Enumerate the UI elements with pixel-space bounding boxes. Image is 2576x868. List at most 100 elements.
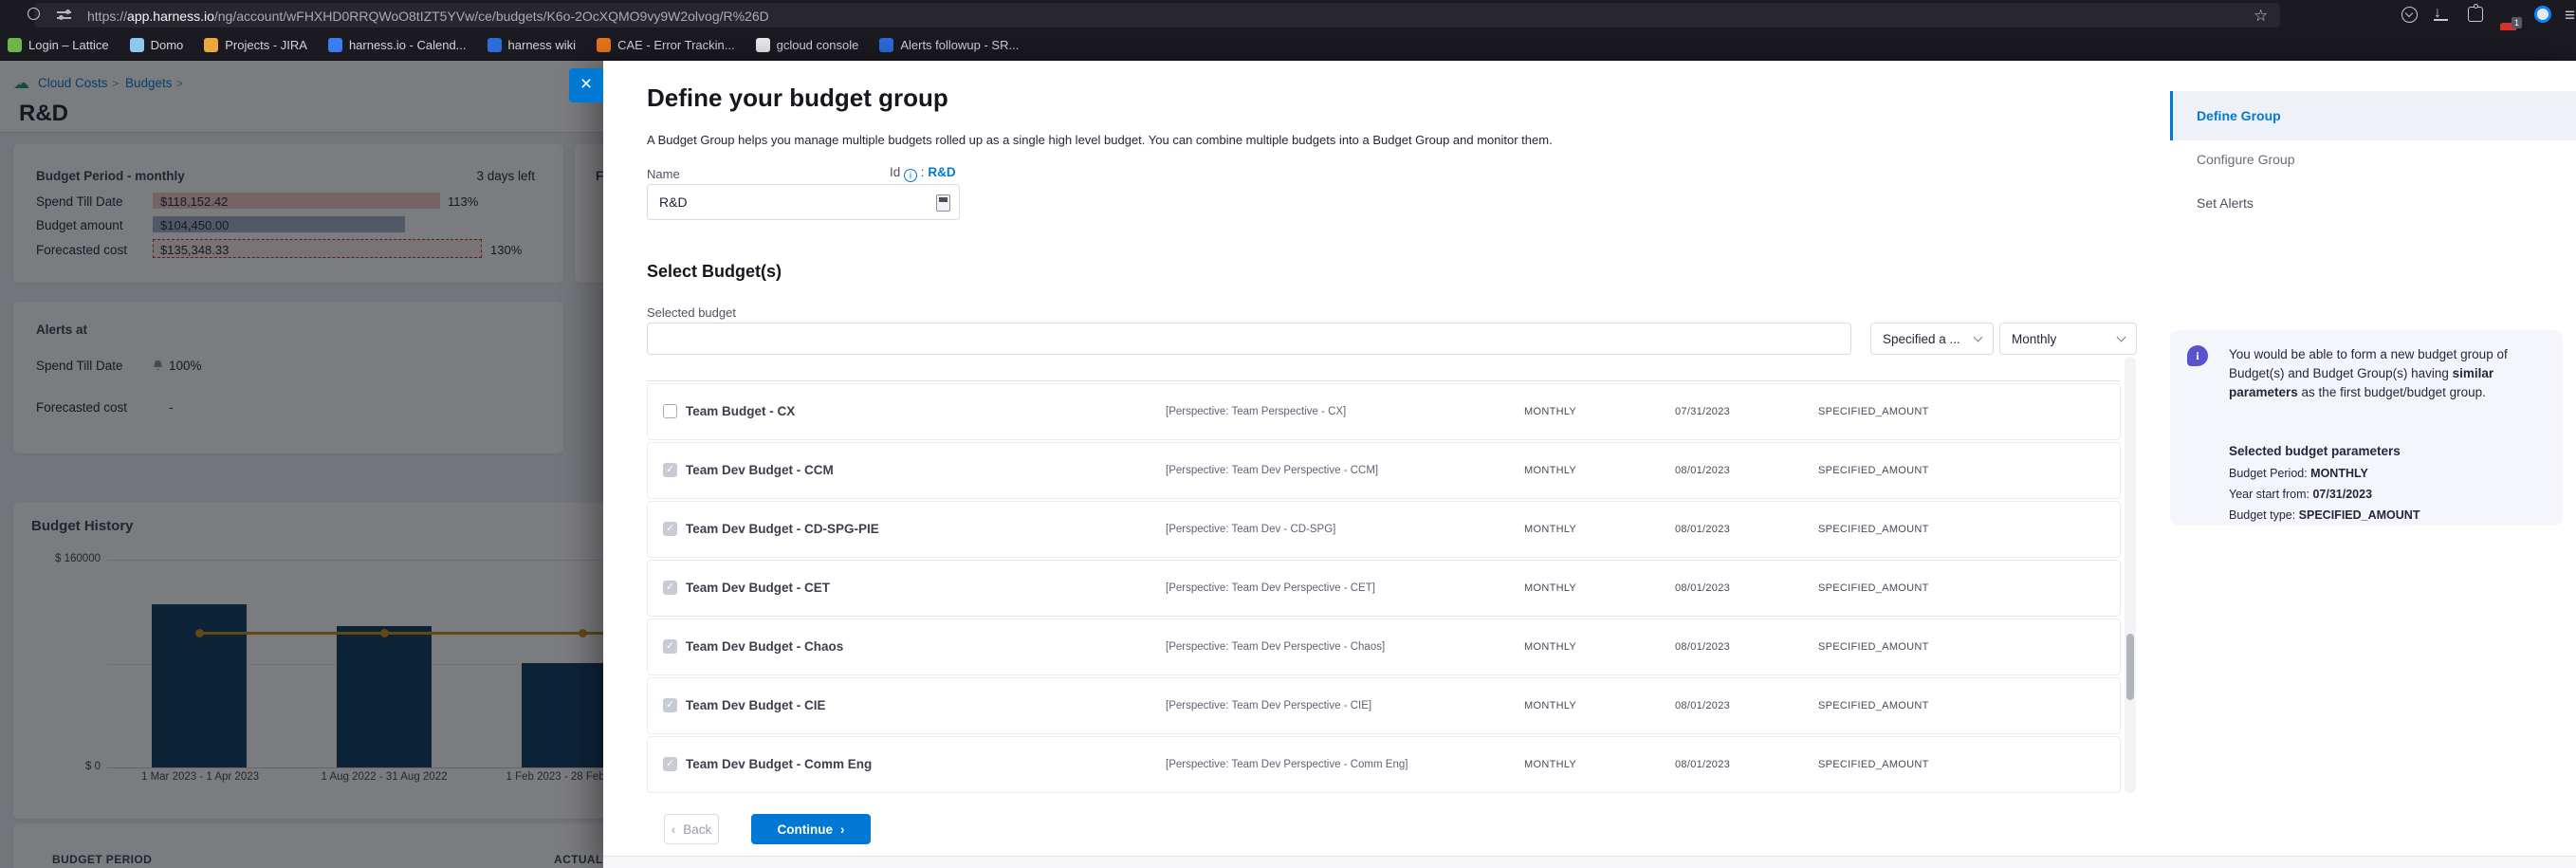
bookmark-label: Projects - JIRA bbox=[225, 38, 307, 52]
info-text: You would be able to form a new budget g… bbox=[2229, 345, 2548, 402]
budget-period: MONTHLY bbox=[1524, 561, 1576, 616]
bookmark-item[interactable]: CAE - Error Trackin... bbox=[597, 38, 735, 52]
checkbox-checked[interactable]: ✓ bbox=[663, 698, 677, 712]
checkbox-checked[interactable]: ✓ bbox=[663, 581, 677, 595]
budget-start-date: 08/01/2023 bbox=[1675, 619, 1730, 674]
budget-type: SPECIFIED_AMOUNT bbox=[1818, 561, 1929, 616]
budget-row[interactable]: ✓Team Dev Budget - CIE[Perspective: Team… bbox=[647, 677, 2121, 734]
budget-row[interactable]: Team Budget - CX [Perspective: Team Persp… bbox=[647, 383, 2121, 440]
budget-table: Team Budget - CX [Perspective: Team Persp… bbox=[647, 383, 2121, 795]
checkbox-checked[interactable]: ✓ bbox=[663, 757, 677, 771]
period-value: Monthly bbox=[2012, 332, 2056, 346]
budget-start-date: 08/01/2023 bbox=[1675, 678, 1730, 733]
extensions-icon[interactable] bbox=[2468, 7, 2483, 22]
info-panel: i You would be able to form a new budget… bbox=[2170, 330, 2563, 526]
name-label: Name bbox=[647, 167, 680, 181]
checkbox-unchecked[interactable] bbox=[663, 404, 677, 418]
budget-period: MONTHLY bbox=[1524, 678, 1576, 733]
budget-period: MONTHLY bbox=[1524, 384, 1576, 439]
back-chevron-icon: ‹ bbox=[672, 822, 676, 837]
tab-define-group[interactable]: Define Group bbox=[2170, 91, 2576, 140]
back-button[interactable]: ‹Back bbox=[664, 814, 719, 844]
continue-button[interactable]: Continue› bbox=[751, 814, 871, 844]
bookmark-label: Login – Lattice bbox=[28, 38, 109, 52]
budget-name: Team Dev Budget - CET bbox=[686, 561, 830, 616]
budget-type: SPECIFIED_AMOUNT bbox=[1818, 443, 1929, 498]
bookmark-label: harness.io - Calend... bbox=[349, 38, 467, 52]
permissions-icon[interactable] bbox=[57, 8, 72, 23]
pocket-icon[interactable] bbox=[2401, 7, 2418, 23]
screen: https://app.harness.io/ng/account/wFHXHD… bbox=[0, 0, 2576, 868]
account-icon[interactable] bbox=[2534, 6, 2551, 23]
budget-name: Team Budget - CX bbox=[686, 384, 795, 439]
bookmarks-bar: Login – Lattice Domo Projects - JIRA harnes… bbox=[0, 30, 2576, 61]
bookmark-favicon-icon bbox=[597, 38, 611, 52]
checkbox-checked[interactable]: ✓ bbox=[663, 639, 677, 654]
period-dropdown[interactable]: Monthly bbox=[1999, 323, 2137, 355]
budget-name: Team Dev Budget - CCM bbox=[686, 443, 834, 498]
budget-name: Team Dev Budget - Comm Eng bbox=[686, 737, 872, 792]
bookmark-favicon-icon bbox=[8, 38, 22, 52]
bookmark-favicon-icon bbox=[328, 38, 342, 52]
tab-configure-group[interactable]: Configure Group bbox=[2197, 152, 2295, 167]
budget-period: MONTHLY bbox=[1524, 619, 1576, 674]
budget-type-dropdown[interactable]: Specified a ... bbox=[1870, 323, 1994, 355]
bookmark-item[interactable]: Projects - JIRA bbox=[204, 38, 307, 52]
bookmark-item[interactable]: gcloud console bbox=[756, 38, 859, 52]
continue-chevron-icon: › bbox=[840, 822, 845, 837]
checkbox-checked[interactable]: ✓ bbox=[663, 522, 677, 536]
budget-start-date: 07/31/2023 bbox=[1675, 384, 1730, 439]
selected-budget-input[interactable] bbox=[647, 323, 1851, 355]
tab-set-alerts[interactable]: Set Alerts bbox=[2197, 195, 2254, 211]
chevron-down-icon bbox=[2117, 333, 2126, 342]
bookmark-item[interactable]: harness.io - Calend... bbox=[328, 38, 467, 52]
menu-icon[interactable]: ≡ bbox=[2565, 6, 2575, 27]
budget-row[interactable]: ✓Team Dev Budget - CD-SPG-PIE[Perspectiv… bbox=[647, 501, 2121, 558]
budget-row[interactable]: ✓Team Dev Budget - Chaos[Perspective: Te… bbox=[647, 619, 2121, 675]
budget-period: MONTHLY bbox=[1524, 737, 1576, 792]
dialog-description: A Budget Group helps you manage multiple… bbox=[647, 133, 2164, 147]
close-icon[interactable]: × bbox=[569, 68, 603, 102]
bookmark-item[interactable]: harness wiki bbox=[488, 38, 577, 52]
param-year-start: Year start from: 07/31/2023 bbox=[2229, 488, 2372, 501]
bookmark-favicon-icon bbox=[756, 38, 770, 52]
budget-perspective: [Perspective: Team Dev Perspective - Com… bbox=[1166, 737, 1408, 792]
chevron-down-icon bbox=[1974, 333, 1983, 342]
bookmark-item[interactable]: Domo bbox=[130, 38, 184, 52]
url-bar[interactable]: https://app.harness.io/ng/account/wFHXHD… bbox=[34, 3, 2280, 28]
budget-period: MONTHLY bbox=[1524, 443, 1576, 498]
budget-start-date: 08/01/2023 bbox=[1675, 737, 1730, 792]
id-value: R&D bbox=[928, 165, 955, 179]
bookmark-favicon-icon bbox=[130, 38, 144, 52]
budget-perspective: [Perspective: Team Dev - CD-SPG] bbox=[1166, 502, 1335, 557]
lock-icon bbox=[28, 8, 40, 20]
budget-type: SPECIFIED_AMOUNT bbox=[1818, 502, 1929, 557]
budget-row[interactable]: ✓Team Dev Budget - CET[Perspective: Team… bbox=[647, 560, 2121, 617]
bookmark-item[interactable]: Login – Lattice bbox=[8, 38, 109, 52]
budget-period: MONTHLY bbox=[1524, 502, 1576, 557]
budget-row[interactable]: ✓ Team Dev Budget - Comm Eng [Perspective:… bbox=[647, 736, 2121, 793]
field-edit-icon[interactable] bbox=[936, 194, 950, 212]
bookmark-label: Alerts followup - SR... bbox=[900, 38, 1019, 52]
bookmark-favicon-icon bbox=[204, 38, 218, 52]
bookmark-label: Domo bbox=[151, 38, 184, 52]
scrollbar-thumb[interactable] bbox=[2126, 634, 2134, 700]
budget-row-partial bbox=[647, 357, 2121, 381]
budget-start-date: 08/01/2023 bbox=[1675, 443, 1730, 498]
bookmark-item[interactable]: Alerts followup - SR... bbox=[879, 38, 1019, 52]
bookmark-label: harness wiki bbox=[508, 38, 577, 52]
scrollbar-track[interactable] bbox=[2125, 357, 2136, 793]
checkbox-checked[interactable]: ✓ bbox=[663, 463, 677, 477]
budget-perspective: [Perspective: Team Dev Perspective - CCM… bbox=[1166, 443, 1378, 498]
id-row: Id i : R&D bbox=[890, 165, 956, 182]
download-icon[interactable]: ↓ bbox=[2434, 5, 2448, 21]
budget-row[interactable]: ✓ Team Dev Budget - CCM [Perspective: Team… bbox=[647, 442, 2121, 499]
bookmark-star-icon[interactable]: ☆ bbox=[2254, 7, 2268, 26]
name-input-value: R&D bbox=[659, 194, 688, 210]
select-budgets-heading: Select Budget(s) bbox=[647, 262, 782, 282]
budget-type: SPECIFIED_AMOUNT bbox=[1818, 737, 1929, 792]
name-input[interactable]: R&D bbox=[647, 184, 960, 220]
budget-type: SPECIFIED_AMOUNT bbox=[1818, 678, 1929, 733]
budget-perspective: [Perspective: Team Perspective - CX] bbox=[1166, 384, 1346, 439]
info-icon[interactable]: i bbox=[904, 169, 917, 182]
